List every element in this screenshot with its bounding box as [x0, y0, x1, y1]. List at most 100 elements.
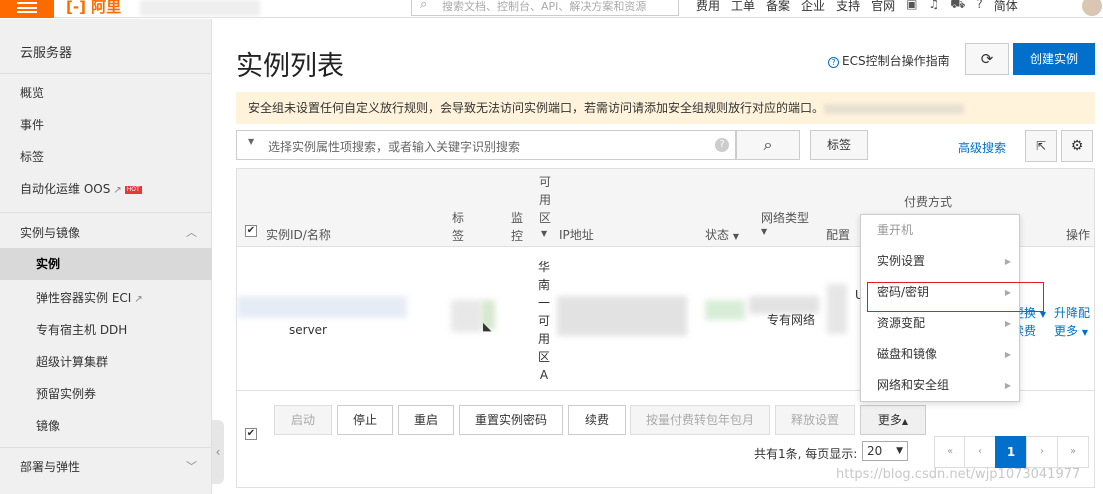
instance-name[interactable]: server — [289, 323, 327, 337]
monitor-icon[interactable]: ◣ — [483, 320, 491, 333]
sidebar-item-oos[interactable]: 自动化运维 OOS ↗ HOT — [20, 180, 142, 197]
page-1-button[interactable]: 1 — [995, 436, 1027, 468]
chevron-up-icon[interactable]: ︿ — [186, 224, 197, 240]
sidebar-group-instances-images[interactable]: 实例与镜像 — [20, 224, 80, 241]
select-all-checkbox-bottom[interactable]: ✔ — [245, 428, 257, 440]
sidebar-collapse-handle[interactable]: ‹ — [212, 420, 224, 484]
divider — [0, 447, 212, 448]
search-button[interactable]: ⌕ — [736, 130, 800, 160]
prev-page-button[interactable]: ‹ — [964, 436, 996, 468]
chevron-right-icon: ▶ — [1004, 350, 1011, 359]
caret-down-icon[interactable]: ▼ — [761, 227, 767, 236]
sidebar-item-label: 自动化运维 OOS — [20, 182, 111, 196]
nav-enterprise[interactable]: 企业 — [801, 0, 825, 14]
restart-button[interactable]: 重启 — [398, 405, 454, 435]
sidebar-item-reserved[interactable]: 预留实例券 — [36, 385, 96, 402]
guide-label: ECS控制台操作指南 — [842, 54, 950, 68]
sidebar-item-scc[interactable]: 超级计算集群 — [36, 353, 108, 370]
advanced-search-link[interactable]: 高级搜索 — [958, 139, 1006, 156]
menu-item-disk-image[interactable]: 磁盘和镜像 ▶ — [861, 339, 1019, 370]
nav-tickets[interactable]: 工单 — [731, 0, 755, 14]
menu-item-resource-change[interactable]: 资源变配 ▶ — [861, 308, 1019, 339]
col-monitor: 监控 — [510, 211, 523, 243]
caret-down-icon[interactable]: ▼ — [248, 137, 254, 146]
global-search-input[interactable]: ⌕ 搜索文档、控制台、API、解决方案和资源 — [411, 0, 679, 16]
next-page-button[interactable]: › — [1026, 436, 1058, 468]
sidebar-title: 云服务器 — [20, 46, 73, 61]
col-config: 配置 — [826, 228, 851, 242]
search-placeholder: 搜索文档、控制台、API、解决方案和资源 — [442, 0, 647, 13]
avatar[interactable] — [1082, 0, 1102, 16]
network-type: 专有网络 — [767, 313, 816, 327]
release-settings-button[interactable]: 释放设置 — [775, 405, 855, 435]
menu-item-restart[interactable]: 重开机 — [861, 215, 1019, 246]
top-bar: [-] 阿里 ⌕ 搜索文档、控制台、API、解决方案和资源 费用 工单 备案 企… — [0, 0, 1103, 18]
more-link[interactable]: 更多 ▼ — [1054, 322, 1088, 339]
col-status[interactable]: 状态 ▼ — [705, 226, 739, 243]
nav-fees[interactable]: 费用 — [696, 0, 720, 14]
tag-filter-button[interactable]: 标签 — [810, 130, 868, 160]
last-page-button[interactable]: » — [1057, 436, 1089, 468]
refresh-button[interactable]: ⟳ — [965, 43, 1009, 75]
page-title: 实例列表 — [236, 51, 344, 82]
sidebar-item-images[interactable]: 镜像 — [36, 417, 60, 434]
menu-item-instance-settings[interactable]: 实例设置 ▶ — [861, 246, 1019, 277]
gear-icon: ⚙ — [1070, 138, 1084, 154]
search-placeholder: 选择实例属性项搜索，或者输入关键字识别搜索 — [268, 140, 521, 154]
terminal-icon[interactable]: ▣ — [906, 0, 917, 14]
page-size-select[interactable]: 20 ▼ — [862, 441, 908, 461]
sidebar-item-eci[interactable]: 弹性容器实例 ECI ↗ — [36, 289, 143, 306]
help-icon: ? — [828, 57, 839, 68]
nav-icp[interactable]: 备案 — [766, 0, 790, 14]
col-ops: 操作 — [1066, 228, 1091, 242]
sidebar-group-deployment[interactable]: 部署与弹性 — [20, 458, 80, 475]
sidebar-item-events[interactable]: 事件 — [20, 116, 44, 133]
start-button[interactable]: 启动 — [274, 405, 332, 435]
col-zone[interactable]: 可用区 — [538, 173, 552, 227]
bell-icon[interactable]: ♫ — [928, 0, 939, 14]
refresh-icon: ⟳ — [980, 50, 994, 68]
menu-item-network-security[interactable]: 网络和安全组 ▶ — [861, 370, 1019, 401]
external-link-icon: ↗ — [134, 294, 143, 305]
blurred-ip — [557, 296, 687, 336]
security-group-warning: 安全组未设置任何自定义放行规则，会导致无法访问实例端口，若需访问请添加安全组规则… — [236, 92, 1095, 124]
sidebar-item-instances[interactable]: 实例 — [0, 248, 212, 280]
watermark: https://blog.csdn.net/wjp1073041977 — [836, 467, 1081, 482]
export-button[interactable]: ⇱ — [1025, 130, 1057, 162]
reset-password-button[interactable]: 重置实例密码 — [459, 405, 563, 435]
sidebar-item-ddh[interactable]: 专有宿主机 DDH — [36, 321, 127, 338]
language-switch[interactable]: 简体 — [994, 0, 1018, 14]
col-tag: 标签 — [451, 211, 464, 243]
col-instance-id[interactable]: 实例ID/名称 — [266, 226, 331, 243]
select-all-checkbox[interactable]: ✔ — [245, 225, 257, 237]
menu-icon[interactable] — [0, 0, 54, 18]
brand-logo[interactable]: [-] 阿里 — [66, 0, 121, 17]
cart-icon[interactable]: ⛟ — [950, 0, 965, 14]
search-icon: ⌕ — [763, 135, 773, 154]
console-guide-link[interactable]: ? ECS控制台操作指南 — [828, 52, 950, 69]
sidebar-item-label: 弹性容器实例 ECI — [36, 291, 132, 305]
renew-button[interactable]: 续费 — [568, 405, 626, 435]
nav-support[interactable]: 支持 — [836, 0, 860, 14]
help-icon[interactable]: ? — [715, 138, 729, 152]
first-page-button[interactable]: « — [934, 436, 966, 468]
search-icon: ⌕ — [420, 0, 428, 12]
more-button[interactable]: 更多▲ — [860, 405, 926, 435]
caret-down-icon: ▼ — [896, 446, 903, 456]
stop-button[interactable]: 停止 — [337, 405, 393, 435]
instance-search-input[interactable]: ▼ 选择实例属性项搜索，或者输入关键字识别搜索 ? — [236, 130, 736, 160]
caret-down-icon[interactable]: ▼ — [541, 229, 547, 238]
sidebar-item-tags[interactable]: 标签 — [20, 148, 44, 165]
upgrade-downgrade-link[interactable]: 升降配 — [1054, 304, 1090, 321]
blurred-region — [140, 0, 260, 16]
chevron-down-icon[interactable]: ﹀ — [186, 458, 197, 474]
convert-billing-button[interactable]: 按量付费转包年包月 — [630, 405, 770, 435]
help-icon[interactable]: ? — [976, 0, 982, 14]
sidebar-item-overview[interactable]: 概览 — [20, 84, 44, 101]
col-network[interactable]: 网络类型 — [761, 209, 809, 226]
top-nav: 费用 工单 备案 企业 支持 官网 ▣ ♫ ⛟ ? 简体 — [696, 0, 1018, 14]
nav-site[interactable]: 官网 — [871, 0, 895, 14]
create-instance-button[interactable]: 创建实例 — [1013, 43, 1095, 75]
chevron-right-icon: ▶ — [1004, 319, 1011, 328]
settings-button[interactable]: ⚙ — [1061, 130, 1093, 162]
